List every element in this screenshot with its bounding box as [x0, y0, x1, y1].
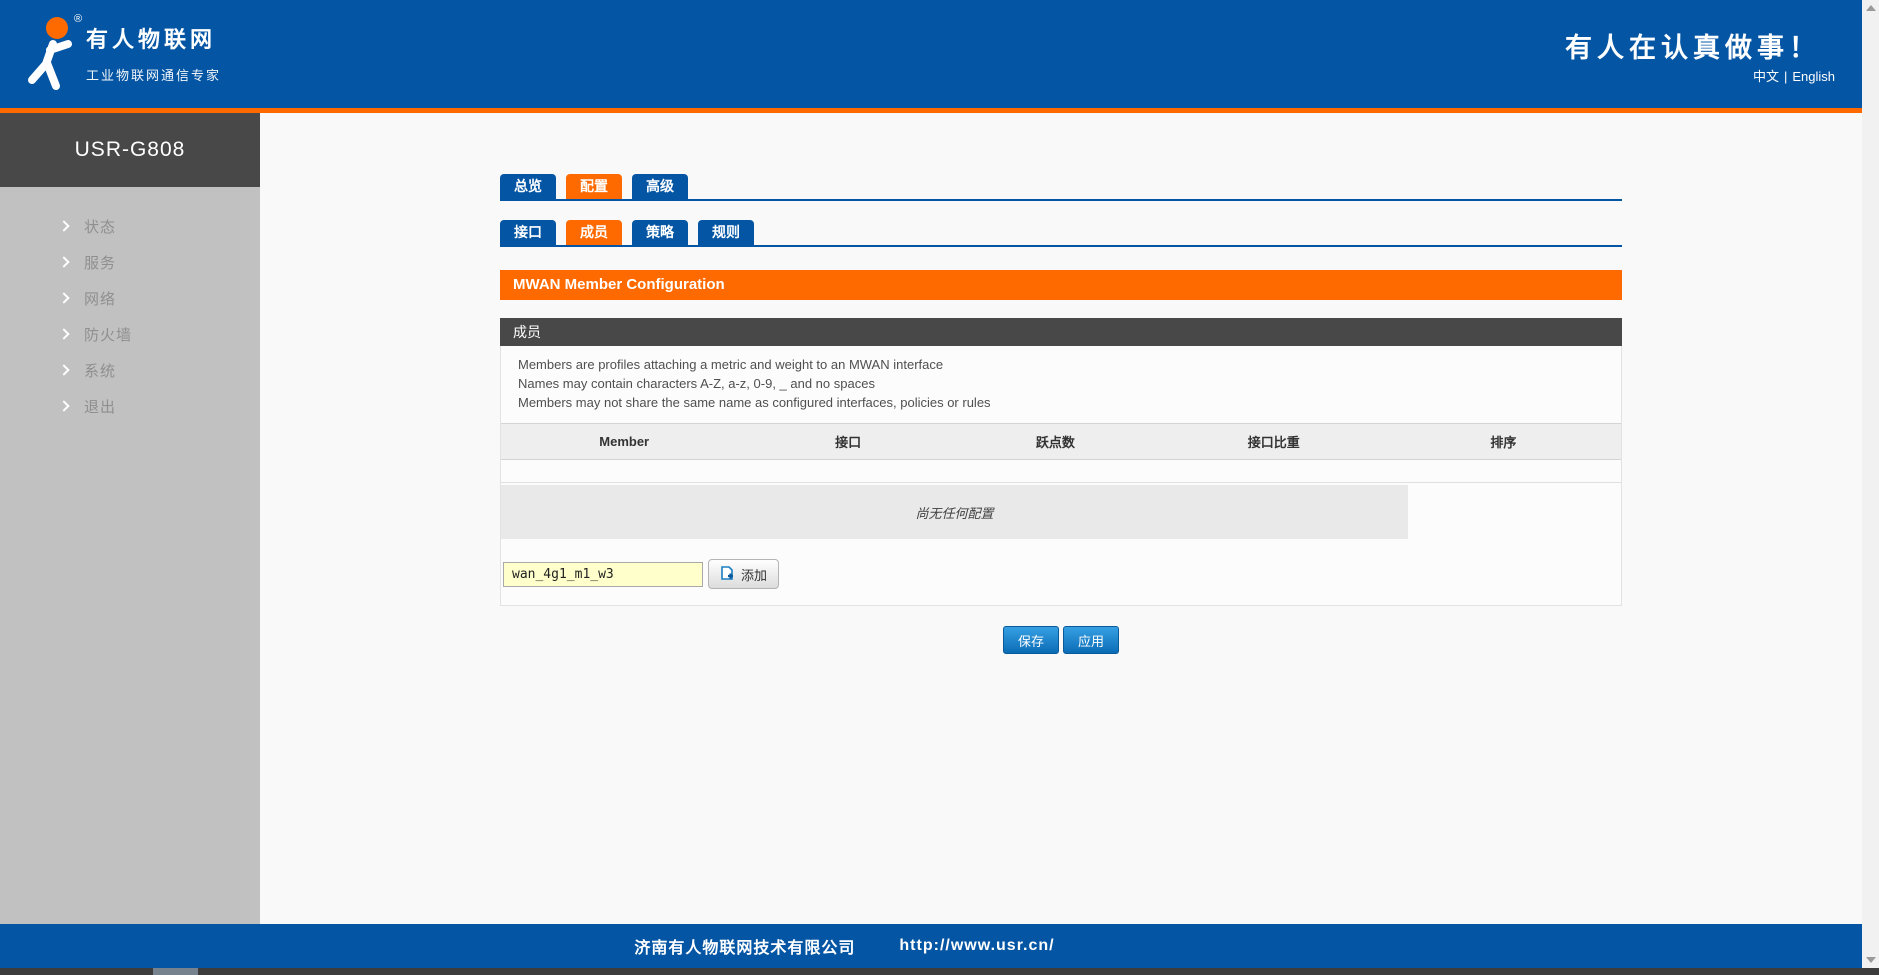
empty-state: 尚无任何配置	[501, 485, 1408, 539]
description-line: Members are profiles attaching a metric …	[518, 355, 1621, 374]
chevron-right-icon	[58, 256, 69, 267]
column-header-interface: 接口	[747, 424, 949, 460]
add-button[interactable]: 添加	[708, 559, 779, 589]
lang-en-link[interactable]: English	[1792, 69, 1835, 84]
sidebar-item-logout[interactable]: 退出	[0, 388, 260, 424]
tab-rule[interactable]: 规则	[698, 220, 754, 245]
description-line: Names may contain characters A-Z, a-z, 0…	[518, 374, 1621, 393]
tab-overview[interactable]: 总览	[500, 174, 556, 199]
chevron-right-icon	[58, 328, 69, 339]
footer-url[interactable]: http://www.usr.cn/	[899, 937, 1054, 955]
section-subtitle: 成员	[500, 318, 1622, 346]
lang-zh-link[interactable]: 中文	[1753, 69, 1779, 84]
sidebar-item-network[interactable]: 网络	[0, 280, 260, 316]
top-header: ® 有人物联网 工业物联网通信专家 有人在认真做事！ 中文 | English	[0, 0, 1879, 108]
table-row	[501, 460, 1621, 483]
members-table: Member 接口 跃点数 接口比重 排序	[501, 423, 1621, 483]
orange-accent-line	[0, 108, 1862, 113]
lang-separator: |	[1784, 69, 1787, 84]
add-button-label: 添加	[741, 565, 767, 584]
brand-title: 有人物联网	[86, 22, 221, 54]
tab-member[interactable]: 成员	[566, 220, 622, 245]
tab-interface[interactable]: 接口	[500, 220, 556, 245]
sidebar-item-system[interactable]: 系统	[0, 352, 260, 388]
apply-button[interactable]: 应用	[1063, 626, 1119, 654]
description-line: Members may not share the same name as c…	[518, 393, 1621, 412]
sidebar-item-services[interactable]: 服务	[0, 244, 260, 280]
section-description: Members are profiles attaching a metric …	[501, 346, 1621, 420]
sidebar-item-status[interactable]: 状态	[0, 208, 260, 244]
sidebar: USR-G808 状态 服务 网络 防火墙 系统 退出	[0, 113, 260, 924]
chevron-right-icon	[58, 364, 69, 375]
device-name: USR-G808	[75, 138, 186, 162]
main-content: 总览 配置 高级 接口 成员 策略 规则 MWAN Member Configu…	[500, 174, 1622, 654]
language-switcher: 中文 | English	[1753, 66, 1835, 85]
action-buttons: 保存 应用	[500, 626, 1622, 654]
chevron-right-icon	[58, 220, 69, 231]
column-header-metric: 跃点数	[949, 424, 1162, 460]
column-header-weight: 接口比重	[1162, 424, 1386, 460]
sidebar-menu: 状态 服务 网络 防火墙 系统 退出	[0, 208, 260, 424]
tab-policy[interactable]: 策略	[632, 220, 688, 245]
horizontal-scrollbar[interactable]	[0, 968, 1879, 975]
horizontal-scrollbar-thumb[interactable]	[153, 968, 198, 975]
sidebar-item-firewall[interactable]: 防火墙	[0, 316, 260, 352]
add-document-icon	[720, 566, 735, 582]
scroll-up-arrow-icon[interactable]	[1866, 5, 1876, 11]
table-header-row: Member 接口 跃点数 接口比重 排序	[501, 424, 1621, 460]
chevron-right-icon	[58, 292, 69, 303]
brand-logo-icon: ®	[20, 8, 90, 100]
tab-advanced[interactable]: 高级	[632, 174, 688, 199]
save-button[interactable]: 保存	[1003, 626, 1059, 654]
chevron-right-icon	[58, 400, 69, 411]
column-header-sort: 排序	[1386, 424, 1621, 460]
footer-company: 济南有人物联网技术有限公司	[634, 934, 855, 958]
member-section: 成员 Members are profiles attaching a metr…	[500, 318, 1622, 606]
page-title: MWAN Member Configuration	[500, 270, 1622, 300]
primary-tab-bar: 总览 配置 高级	[500, 174, 1622, 201]
scroll-down-arrow-icon[interactable]	[1866, 957, 1876, 963]
add-member-row: 添加	[503, 559, 1621, 589]
svg-text:®: ®	[74, 13, 82, 25]
device-name-block: USR-G808	[0, 113, 260, 187]
brand-subtitle: 工业物联网通信专家	[86, 65, 221, 84]
header-slogan: 有人在认真做事！	[1565, 26, 1821, 65]
footer: 济南有人物联网技术有限公司 http://www.usr.cn/	[0, 924, 1879, 968]
new-member-name-input[interactable]	[503, 562, 703, 587]
empty-state-text: 尚无任何配置	[915, 503, 993, 522]
column-header-member: Member	[501, 424, 747, 460]
tab-configuration[interactable]: 配置	[566, 174, 622, 199]
secondary-tab-bar: 接口 成员 策略 规则	[500, 220, 1622, 247]
vertical-scrollbar[interactable]	[1862, 0, 1879, 968]
